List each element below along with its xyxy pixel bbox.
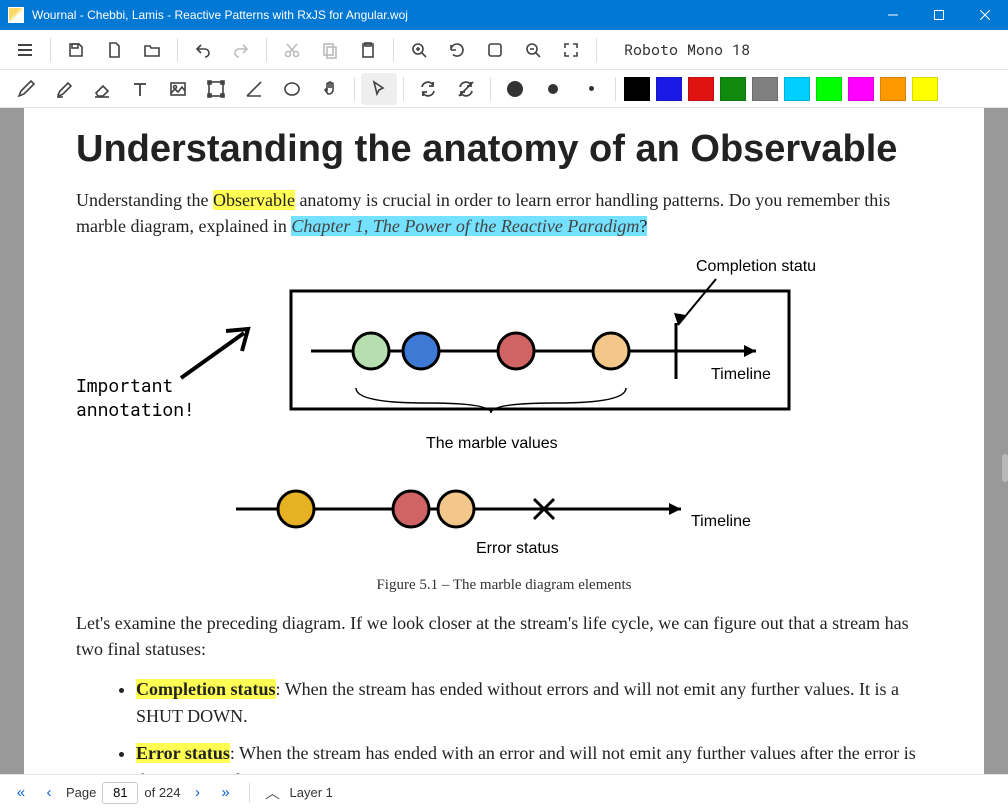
- save-button[interactable]: [59, 33, 93, 67]
- text-tool[interactable]: [122, 73, 158, 105]
- document-page[interactable]: Understanding the anatomy of an Observab…: [24, 108, 984, 774]
- statusbar: « ‹ Page of 224 › » ︿ Layer 1: [0, 774, 1008, 810]
- pointer-tool[interactable]: [361, 73, 397, 105]
- color-blue[interactable]: [656, 77, 682, 101]
- pen-tool[interactable]: [8, 73, 44, 105]
- highlight-chapter-link: Chapter 1, The Power of the Reactive Par…: [291, 216, 639, 236]
- color-yellow[interactable]: [912, 77, 938, 101]
- image-tool[interactable]: [160, 73, 196, 105]
- tools-toolbar: [0, 70, 1008, 108]
- bullet-completion: Completion status: When the stream has e…: [136, 676, 932, 730]
- main-toolbar: Roboto Mono 18: [0, 30, 1008, 70]
- svg-text:The marble values: The marble values: [426, 435, 558, 452]
- highlighter-tool[interactable]: [46, 73, 82, 105]
- svg-text:Timeline: Timeline: [711, 366, 771, 383]
- last-page-button[interactable]: »: [215, 782, 237, 804]
- scrollbar-thumb[interactable]: [1002, 454, 1008, 482]
- marble-diagram-1: Completion status Timeline The marble va: [256, 253, 816, 463]
- page-label: Page: [66, 785, 96, 800]
- svg-text:Error status: Error status: [476, 540, 559, 557]
- paragraph-2: Let's examine the preceding diagram. If …: [76, 610, 932, 662]
- close-button[interactable]: [962, 0, 1008, 30]
- ellipse-tool[interactable]: [274, 73, 310, 105]
- page-input[interactable]: [102, 782, 138, 804]
- prev-page-button[interactable]: ‹: [38, 782, 60, 804]
- sync-off-button[interactable]: [448, 73, 484, 105]
- copy-button[interactable]: [313, 33, 347, 67]
- hand-tool[interactable]: [312, 73, 348, 105]
- stroke-small[interactable]: [573, 73, 609, 105]
- bullet-list: Completion status: When the stream has e…: [76, 676, 932, 774]
- annotation-block: Important annotation!: [76, 253, 256, 421]
- page-heading: Understanding the anatomy of an Observab…: [76, 128, 932, 171]
- font-selector[interactable]: Roboto Mono 18: [613, 35, 761, 65]
- color-gray[interactable]: [752, 77, 778, 101]
- diagram-row-1: Important annotation! Completion status …: [76, 253, 932, 463]
- color-magenta[interactable]: [848, 77, 874, 101]
- select-rect-tool[interactable]: [198, 73, 234, 105]
- ruler-tool[interactable]: [236, 73, 272, 105]
- zoom-in-button[interactable]: [402, 33, 436, 67]
- color-cyan[interactable]: [784, 77, 810, 101]
- highlight-observable: Observable: [213, 190, 295, 210]
- window-title: Wournal - Chebbi, Lamis - Reactive Patte…: [32, 8, 870, 22]
- color-black[interactable]: [624, 77, 650, 101]
- eraser-tool[interactable]: [84, 73, 120, 105]
- menu-button[interactable]: [8, 33, 42, 67]
- cut-button[interactable]: [275, 33, 309, 67]
- layer-up-button[interactable]: ︿: [262, 782, 284, 804]
- color-orange[interactable]: [880, 77, 906, 101]
- minimize-button[interactable]: [870, 0, 916, 30]
- annotation-text-line2: annotation!: [76, 397, 256, 421]
- color-green[interactable]: [720, 77, 746, 101]
- figure-caption: Figure 5.1 – The marble diagram elements: [76, 577, 932, 594]
- layer-label: Layer 1: [290, 785, 333, 800]
- new-doc-button[interactable]: [97, 33, 131, 67]
- open-button[interactable]: [135, 33, 169, 67]
- annotation-arrow-icon: [176, 323, 261, 383]
- redo-button[interactable]: [224, 33, 258, 67]
- svg-text:Timeline: Timeline: [691, 513, 751, 530]
- marble-diagram-2: Timeline Error status: [216, 471, 776, 566]
- titlebar: Wournal - Chebbi, Lamis - Reactive Patte…: [0, 0, 1008, 30]
- maximize-button[interactable]: [916, 0, 962, 30]
- fullscreen-button[interactable]: [554, 33, 588, 67]
- app-icon: [8, 7, 24, 23]
- stroke-large[interactable]: [497, 73, 533, 105]
- content-area: Understanding the anatomy of an Observab…: [0, 108, 1008, 774]
- color-lime[interactable]: [816, 77, 842, 101]
- svg-text:Completion status: Completion status: [696, 258, 816, 275]
- color-red[interactable]: [688, 77, 714, 101]
- first-page-button[interactable]: «: [10, 782, 32, 804]
- paragraph-1: Understanding the Observable anatomy is …: [76, 187, 932, 239]
- next-page-button[interactable]: ›: [187, 782, 209, 804]
- page-total: of 224: [144, 785, 180, 800]
- stroke-medium[interactable]: [535, 73, 571, 105]
- bullet-error: Error status: When the stream has ended …: [136, 740, 932, 774]
- zoom-reset-button[interactable]: [440, 33, 474, 67]
- zoom-fit-button[interactable]: [478, 33, 512, 67]
- paste-button[interactable]: [351, 33, 385, 67]
- sync-button[interactable]: [410, 73, 446, 105]
- zoom-out-button[interactable]: [516, 33, 550, 67]
- undo-button[interactable]: [186, 33, 220, 67]
